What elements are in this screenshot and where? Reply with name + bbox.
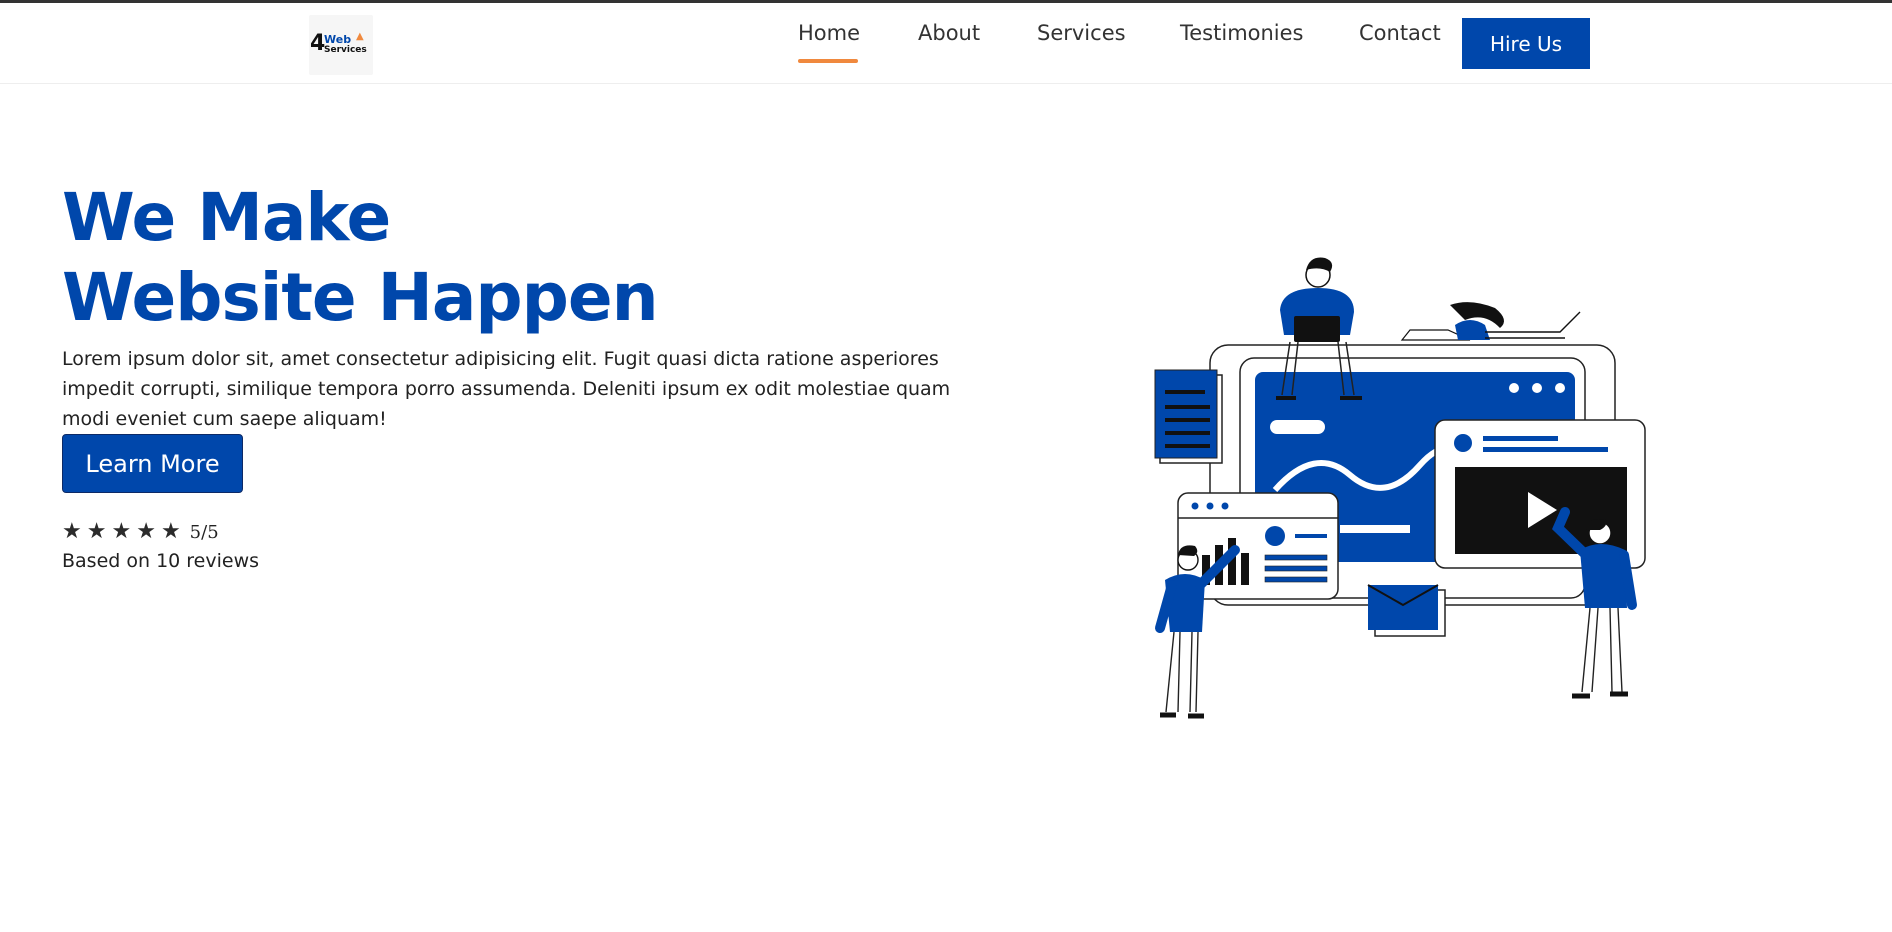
hero-title-line-1: We Make [62, 179, 391, 256]
nav-link-home[interactable]: Home [798, 21, 860, 45]
brand-logo[interactable]: 4 Web Services ▲ [309, 15, 373, 75]
nav-link-services[interactable]: Services [1037, 21, 1126, 45]
hero-description: Lorem ipsum dolor sit, amet consectetur … [62, 348, 951, 430]
rating-score: 5/5 [189, 521, 219, 543]
reviews-count: Based on 10 reviews [62, 550, 260, 572]
nav-link-testimonies[interactable]: Testimonies [1180, 21, 1304, 45]
hire-us-button[interactable]: Hire Us [1462, 18, 1590, 69]
hero-title-line-2: Website Happen [62, 259, 659, 336]
hero-title: We Make Website Happen [62, 178, 659, 338]
logo-word-bottom: Services [324, 45, 367, 55]
star-icon: ★ [111, 519, 132, 544]
star-icon: ★ [136, 519, 156, 544]
navbar: 4 Web Services ▲ Home About Services Tes… [0, 3, 1892, 84]
learn-more-button[interactable]: Learn More [62, 434, 243, 493]
nav-active-indicator [798, 59, 858, 63]
envelope-icon [1367, 584, 1439, 630]
star-icon: ★ [160, 519, 181, 544]
rating-stars: ★ ★ ★ ★ ★ 5/5 [62, 519, 219, 545]
nav-link-about[interactable]: About [918, 21, 980, 45]
nav-link-contact[interactable]: Contact [1359, 21, 1441, 45]
logo-cap-icon: ▲ [356, 31, 364, 42]
hero-illustration [1154, 257, 1646, 719]
star-icon: ★ [86, 519, 107, 544]
star-icon: ★ [62, 519, 82, 544]
